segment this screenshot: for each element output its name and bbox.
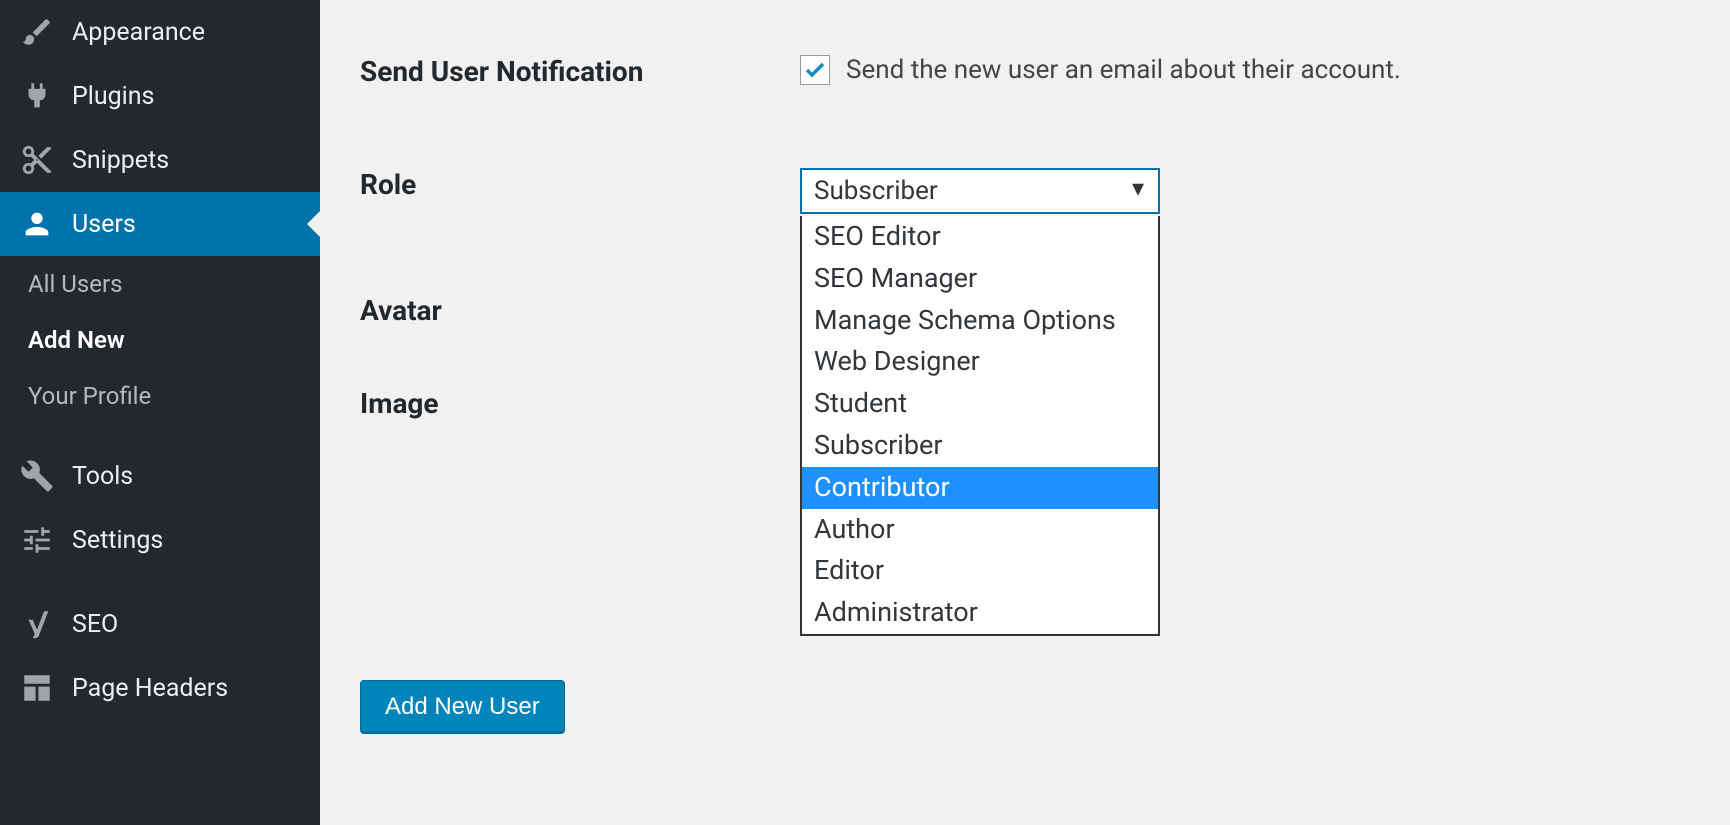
submenu-item-your-profile[interactable]: Your Profile	[0, 368, 320, 424]
role-option-contributor[interactable]: Contributor	[802, 467, 1158, 509]
submenu-item-add-new[interactable]: Add New	[0, 312, 320, 368]
submenu-item-all-users[interactable]: All Users	[0, 256, 320, 312]
role-label: Role	[360, 168, 800, 201]
sidebar-item-label: Plugins	[72, 82, 154, 111]
role-option-author[interactable]: Author	[802, 509, 1158, 551]
sidebar-item-label: Tools	[72, 462, 133, 491]
sidebar-item-label: Page Headers	[72, 674, 228, 703]
scissors-icon	[20, 143, 54, 177]
sidebar-item-label: SEO	[72, 610, 118, 639]
role-option-manage-schema-options[interactable]: Manage Schema Options	[802, 300, 1158, 342]
wrench-icon	[20, 459, 54, 493]
send-notification-label: Send User Notification	[360, 55, 800, 88]
role-option-seo-editor[interactable]: SEO Editor	[802, 216, 1158, 258]
sidebar-item-label: Snippets	[72, 146, 169, 175]
yoast-icon	[20, 607, 54, 641]
row-send-notification: Send User Notification Send the new user…	[360, 55, 1690, 88]
sidebar-submenu-users: All Users Add New Your Profile	[0, 256, 320, 424]
send-notification-checkbox[interactable]	[800, 55, 830, 85]
role-option-seo-manager[interactable]: SEO Manager	[802, 258, 1158, 300]
sidebar-item-plugins[interactable]: Plugins	[0, 64, 320, 128]
role-option-student[interactable]: Student	[802, 383, 1158, 425]
sidebar-item-page-headers[interactable]: Page Headers	[0, 656, 320, 720]
role-option-subscriber[interactable]: Subscriber	[802, 425, 1158, 467]
plug-icon	[20, 79, 54, 113]
role-option-web-designer[interactable]: Web Designer	[802, 341, 1158, 383]
role-option-administrator[interactable]: Administrator	[802, 592, 1158, 634]
admin-sidebar: Appearance Plugins Snippets Users All Us…	[0, 0, 320, 825]
sliders-icon	[20, 523, 54, 557]
role-option-editor[interactable]: Editor	[802, 550, 1158, 592]
image-label: Image	[360, 387, 800, 420]
row-role: Role Subscriber SEO Editor SEO Manager M…	[360, 168, 1690, 214]
sidebar-item-appearance[interactable]: Appearance	[0, 0, 320, 64]
layout-icon	[20, 671, 54, 705]
sidebar-item-label: Appearance	[72, 18, 205, 47]
sidebar-item-label: Settings	[72, 526, 163, 555]
main-content: Send User Notification Send the new user…	[320, 0, 1730, 825]
check-icon	[803, 58, 827, 82]
add-new-user-button[interactable]: Add New User	[360, 680, 565, 734]
sidebar-item-tools[interactable]: Tools	[0, 444, 320, 508]
sidebar-item-snippets[interactable]: Snippets	[0, 128, 320, 192]
brush-icon	[20, 15, 54, 49]
role-select-dropdown: SEO Editor SEO Manager Manage Schema Opt…	[800, 216, 1160, 636]
role-select[interactable]: Subscriber SEO Editor SEO Manager Manage…	[800, 168, 1160, 214]
role-select-display[interactable]: Subscriber	[800, 168, 1160, 214]
sidebar-item-label: Users	[72, 210, 136, 239]
send-notification-checkbox-label: Send the new user an email about their a…	[846, 55, 1401, 85]
sidebar-item-seo[interactable]: SEO	[0, 592, 320, 656]
avatar-label: Avatar	[360, 294, 800, 327]
sidebar-item-settings[interactable]: Settings	[0, 508, 320, 572]
user-icon	[20, 207, 54, 241]
sidebar-item-users[interactable]: Users	[0, 192, 320, 256]
